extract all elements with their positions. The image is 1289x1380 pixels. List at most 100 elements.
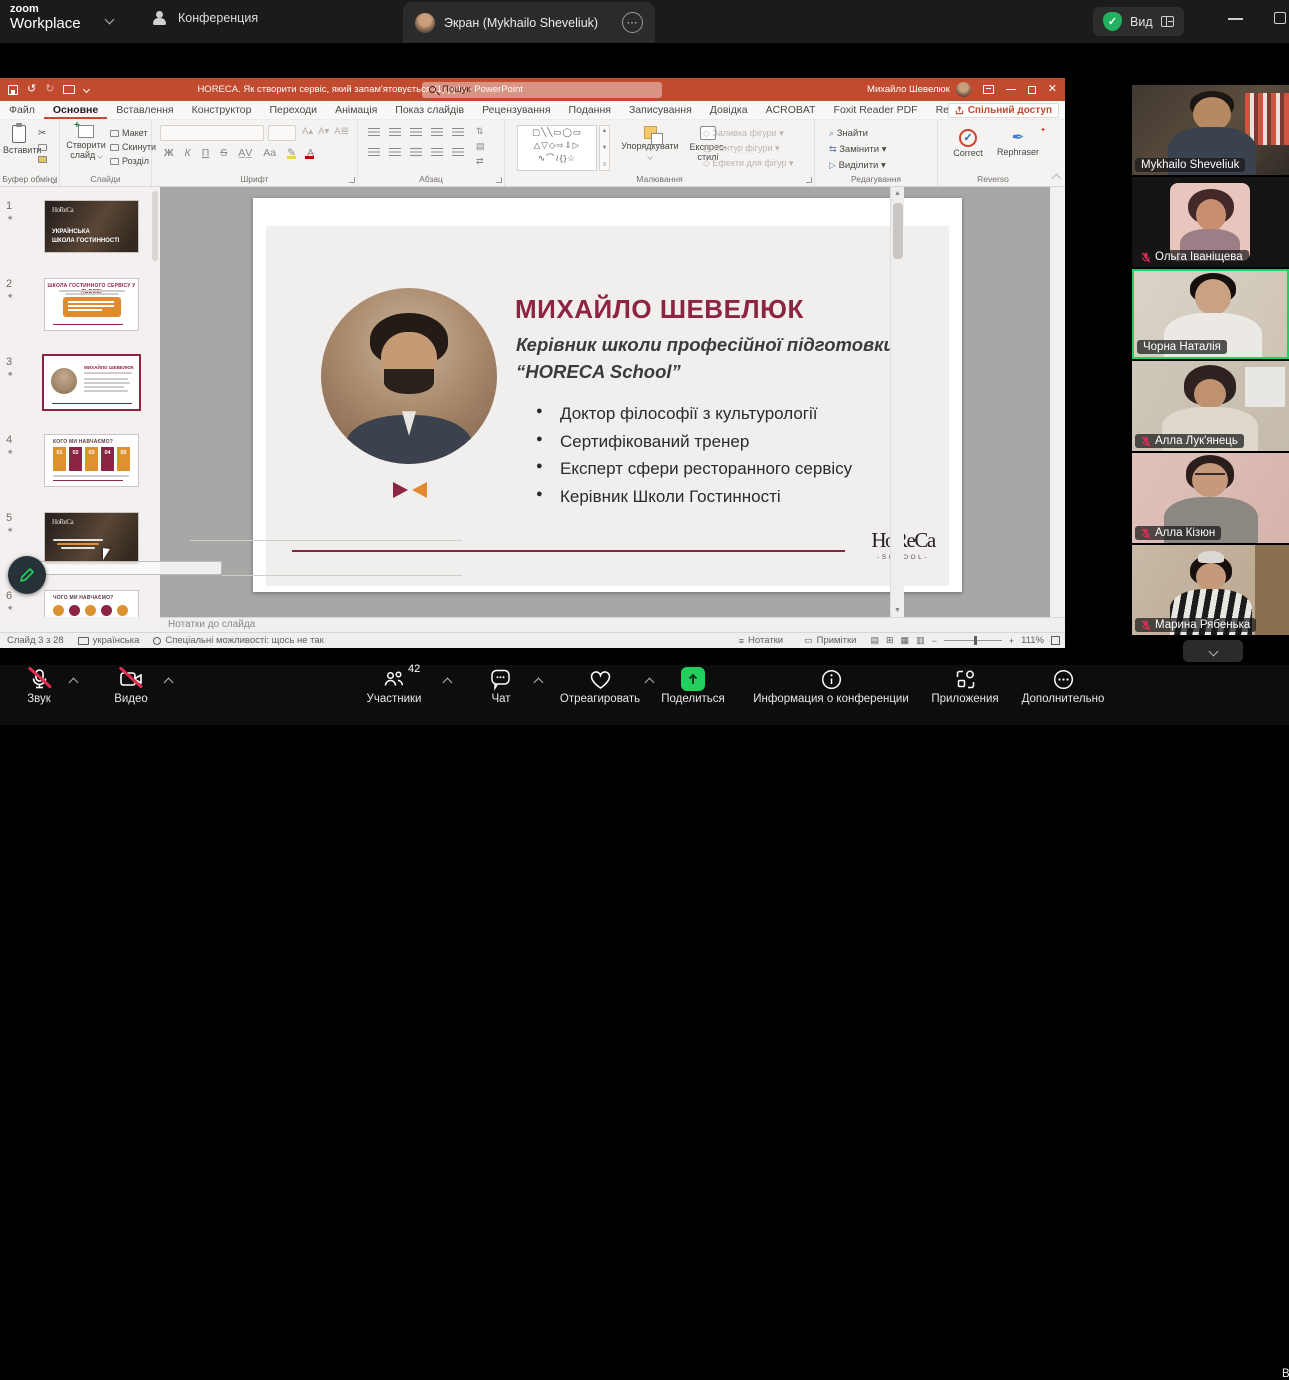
participant-tile-active-speaker[interactable]: Чорна Наталія	[1132, 269, 1289, 359]
ppt-restore-button[interactable]	[1028, 86, 1036, 94]
thumbnail-scrollbar[interactable]	[152, 191, 158, 261]
security-shield-icon[interactable]: ✓	[1103, 12, 1122, 31]
chevron-down-icon[interactable]	[105, 15, 115, 25]
select-button[interactable]: ▷ Виділити ▾	[829, 158, 886, 174]
tab-slideshow[interactable]: Показ слайдів	[386, 102, 473, 119]
find-button[interactable]: ⌕ Знайти	[829, 126, 886, 142]
apps-button[interactable]: Приложения	[925, 665, 1005, 705]
tab-transitions[interactable]: Переходи	[260, 102, 326, 119]
participants-scroll-down-button[interactable]	[1183, 640, 1243, 662]
react-button[interactable]: Отреагировать	[559, 665, 641, 705]
replace-button[interactable]: ⇆ Замінити ▾	[829, 142, 886, 158]
tab-foxit[interactable]: Foxit Reader PDF	[825, 102, 927, 119]
zoom-in-icon[interactable]: +	[1009, 636, 1014, 646]
columns-icon[interactable]	[452, 148, 464, 157]
change-case-button[interactable]: Aa	[261, 147, 278, 159]
view-button[interactable]: ✓ Вид	[1093, 7, 1184, 36]
shapes-scroll[interactable]: ▲▼≡	[599, 125, 610, 171]
meeting-info-button[interactable]: Информация о конференции	[745, 665, 917, 705]
zoom-slider[interactable]	[944, 640, 1002, 642]
tab-design[interactable]: Конструктор	[183, 102, 261, 119]
share-screen-button[interactable]: Поделиться	[655, 665, 731, 705]
speaker-portrait[interactable]	[321, 288, 497, 464]
tab-screen-share[interactable]: Экран (Mykhailo Sheveliuk) ⋯	[403, 2, 655, 43]
account-button[interactable]: Михайло Шевелюк	[867, 82, 971, 97]
bullet-item[interactable]: Керівник Школи Гостинності	[536, 485, 866, 510]
font-size-select[interactable]	[268, 125, 296, 141]
video-button[interactable]: Видео	[103, 665, 159, 705]
accessibility-status[interactable]: Спеціальні можливості: щось не так	[146, 635, 330, 646]
paste-button[interactable]: Вставити	[3, 125, 35, 155]
align-text-icon[interactable]: ▤	[476, 141, 485, 152]
line-spacing-icon[interactable]	[452, 128, 464, 137]
start-presentation-icon[interactable]	[63, 85, 75, 94]
audio-options-chevron[interactable]	[69, 678, 79, 688]
dialog-launcher-icon[interactable]	[496, 177, 502, 183]
strikethrough-button[interactable]: S	[218, 147, 229, 159]
clear-formatting-icon[interactable]: A𝌆	[334, 126, 349, 137]
redo-icon[interactable]: ↻	[45, 84, 54, 95]
slide-thumbnail-3-selected[interactable]: МИХАЙЛО ШЕВЕЛЮК	[42, 354, 141, 411]
smartart-convert-icon[interactable]: ⇄	[476, 156, 485, 167]
notes-pane[interactable]: Нотатки до слайда	[160, 617, 1065, 632]
save-icon[interactable]	[8, 85, 18, 95]
tab-acrobat[interactable]: ACROBAT	[757, 102, 825, 119]
tab-animations[interactable]: Анімація	[326, 102, 386, 119]
share-document-button[interactable]: Спільний доступ	[948, 103, 1059, 118]
shape-fill-button[interactable]: ◇ Заливка фігури ▾	[703, 126, 794, 141]
zoom-level[interactable]: 111%	[1021, 635, 1044, 646]
scrollbar-thumb[interactable]	[893, 203, 903, 259]
participant-tile[interactable]: Алла Лук'янець	[1132, 361, 1289, 451]
new-slide-button[interactable]: Створити слайд	[64, 125, 108, 161]
participants-button[interactable]: 42 Участники	[358, 665, 430, 705]
tab-recording[interactable]: Записування	[620, 102, 701, 119]
align-right-icon[interactable]	[410, 148, 422, 157]
collapse-ribbon-icon[interactable]	[1052, 174, 1062, 184]
character-spacing-icon[interactable]: A̲V̲	[236, 147, 254, 159]
layout-button[interactable]: Макет	[110, 126, 156, 140]
slide-canvas[interactable]: МИХАЙЛО ШЕВЕЛЮК Керівник школи професійн…	[253, 198, 962, 592]
arrange-button[interactable]: Упорядкувати	[617, 126, 683, 162]
section-button[interactable]: Розділ	[110, 154, 156, 168]
notes-toggle[interactable]: ≡Нотатки	[732, 635, 790, 646]
align-center-icon[interactable]	[389, 148, 401, 157]
slideshow-icon[interactable]: ▥	[916, 635, 925, 646]
dialog-launcher-icon[interactable]	[806, 177, 812, 183]
annotation-toolbar-collapsed[interactable]	[30, 561, 222, 575]
tab-review[interactable]: Рецензування	[473, 102, 559, 119]
justify-icon[interactable]	[431, 148, 443, 157]
zoom-out-icon[interactable]: −	[932, 636, 937, 646]
bullet-item[interactable]: Сертифікований тренер	[536, 430, 866, 455]
participant-tile[interactable]: Марина Рябенька	[1132, 545, 1289, 635]
participant-tile[interactable]: Mykhailo Sheveliuk	[1132, 85, 1289, 175]
slide-thumbnail-1[interactable]: HoReCa УКРАЇНСЬКАШКОЛА ГОСТИННОСТІ	[44, 200, 139, 253]
bullet-list-icon[interactable]	[368, 128, 380, 137]
italic-button[interactable]: К	[183, 147, 193, 159]
vertical-scrollbar[interactable]: ▲ ▼	[890, 187, 904, 617]
participant-tile[interactable]: Ольга Іваніщева	[1132, 177, 1289, 267]
tab-view[interactable]: Подання	[560, 102, 620, 119]
language-button[interactable]: українська	[71, 635, 147, 646]
font-color-icon[interactable]: А	[305, 147, 316, 159]
shape-effects-button[interactable]: ◇ Ефекти для фігур ▾	[703, 156, 794, 171]
increase-indent-icon[interactable]	[431, 128, 443, 137]
scroll-down-icon[interactable]: ▼	[891, 607, 904, 614]
ppt-minimize-button[interactable]	[1006, 89, 1016, 91]
leave-button-partial[interactable]: В	[1282, 1368, 1289, 1380]
slide-counter[interactable]: Слайд 3 з 28	[0, 635, 71, 646]
slide-thumbnail-6[interactable]: ЧОГО МИ НАВЧАЄМО?	[44, 590, 139, 617]
slide-bullet-list[interactable]: Доктор філософії з культурології Сертифі…	[536, 402, 866, 513]
react-options-chevron[interactable]	[645, 678, 655, 688]
zoom-slider-knob[interactable]	[974, 636, 978, 645]
participant-tile[interactable]: Алла Кізюн	[1132, 453, 1289, 543]
slide-title[interactable]: МИХАЙЛО ШЕВЕЛЮК	[515, 294, 804, 325]
bullet-item[interactable]: Доктор філософії з культурології	[536, 402, 866, 427]
participants-options-chevron[interactable]	[443, 678, 453, 688]
undo-icon[interactable]: ↺	[27, 84, 36, 95]
bullet-item[interactable]: Експерт сфери ресторанного сервісу	[536, 457, 866, 482]
reverso-rephraser-button[interactable]: ✒ Rephraser	[992, 129, 1044, 158]
audio-button[interactable]: Звук	[14, 665, 64, 705]
align-left-icon[interactable]	[368, 148, 380, 157]
comments-toggle[interactable]: ▭Примітки	[797, 635, 863, 646]
shapes-gallery[interactable]: ▢╲╲▭◯▭ △▽◇⇨⇩▷ ∿⌒≀{}☆	[517, 125, 597, 171]
